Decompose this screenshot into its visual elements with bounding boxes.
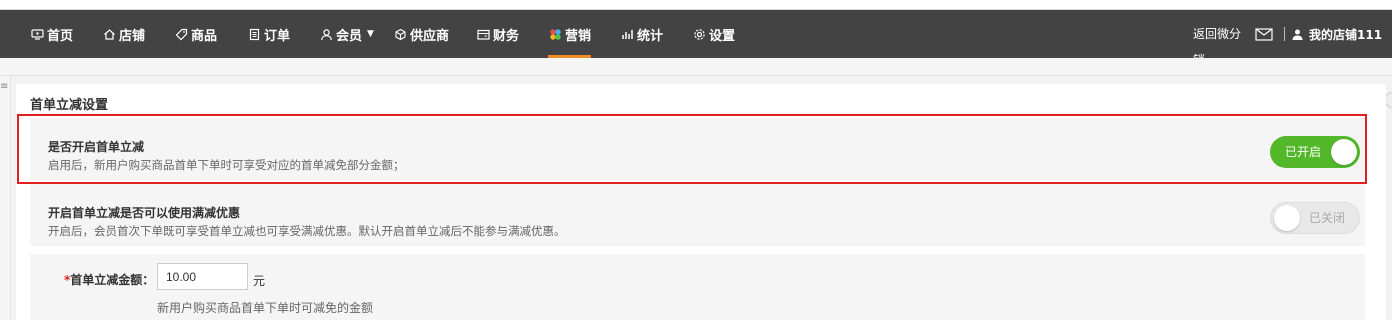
amount-label: *首单立减金额： bbox=[64, 273, 155, 287]
nav-label: 会员 bbox=[336, 28, 363, 44]
nav-item-suppliers[interactable]: 供应商 bbox=[393, 10, 449, 58]
browser-top-strip bbox=[0, 0, 1392, 10]
nav-item-settings[interactable]: 设置 bbox=[692, 10, 735, 58]
nav-label: 订单 bbox=[264, 28, 291, 44]
back-to-distribution-link[interactable]: 返回微分销 bbox=[1193, 10, 1245, 67]
scroll-handle[interactable] bbox=[1385, 92, 1392, 108]
house-icon bbox=[102, 27, 116, 41]
petals-icon bbox=[548, 27, 562, 41]
setting-title: 开启首单立减是否可以使用满减优惠 bbox=[48, 206, 241, 220]
nav-item-statistics[interactable]: 统计 bbox=[620, 10, 663, 58]
nav-item-home[interactable]: 首页 bbox=[30, 10, 73, 58]
setting-row-full-reduction: 开启首单立减是否可以使用满减优惠 开启后，会员首次下单既可享受首单立减也可享受满… bbox=[30, 184, 1365, 246]
user-icon bbox=[319, 27, 333, 41]
wallet-icon bbox=[476, 27, 490, 41]
amount-hint: 新用户购买商品首单下单时可减免的金额 bbox=[157, 301, 374, 315]
nav-item-shop[interactable]: 店铺 bbox=[102, 10, 145, 58]
setting-description: 启用后，新用户购买商品首单下单时可享受对应的首单减免部分金额； bbox=[48, 158, 405, 172]
tag-icon bbox=[174, 27, 188, 41]
my-shop-link[interactable]: 我的店铺111 bbox=[1292, 10, 1382, 58]
toggle-knob bbox=[1274, 205, 1300, 231]
amount-block: *首单立减金额： 元 新用户购买商品首单下单时可减免的金额 bbox=[30, 254, 1365, 320]
nav-item-finance[interactable]: 财务 bbox=[476, 10, 519, 58]
toggle-label: 已关闭 bbox=[1308, 211, 1345, 225]
left-rail bbox=[0, 76, 11, 320]
main-content: 首单立减设置 是否开启首单立减 启用后，新用户购买商品首单下单时可享受对应的首单… bbox=[16, 84, 1386, 320]
nav-label: 营销 bbox=[565, 28, 592, 44]
first-order-amount-input[interactable] bbox=[157, 263, 248, 290]
document-icon bbox=[247, 27, 261, 41]
sub-bar bbox=[0, 58, 1392, 76]
nav-label: 设置 bbox=[709, 28, 736, 44]
person-icon bbox=[1292, 29, 1303, 40]
amount-unit: 元 bbox=[253, 274, 266, 288]
home-screen-icon bbox=[30, 27, 44, 41]
top-navbar: 首页 店铺 商品 订单 会员 ▼ 供应商 财务 营销 统计 设置 返回微分销 bbox=[0, 10, 1392, 67]
menu-icon[interactable]: ≡ bbox=[0, 82, 8, 92]
chevron-down-icon[interactable]: ▼ bbox=[367, 29, 374, 39]
cube-icon bbox=[393, 27, 407, 41]
bar-chart-icon bbox=[620, 27, 634, 41]
nav-label: 商品 bbox=[191, 28, 218, 44]
nav-label: 供应商 bbox=[410, 28, 450, 44]
mail-icon[interactable] bbox=[1255, 10, 1273, 58]
nav-label: 店铺 bbox=[119, 28, 146, 44]
toggle-label: 已开启 bbox=[1285, 145, 1322, 159]
nav-label: 财务 bbox=[493, 28, 520, 44]
setting-title: 是否开启首单立减 bbox=[48, 140, 145, 154]
full-reduction-toggle[interactable]: 已关闭 bbox=[1270, 202, 1360, 234]
setting-description: 开启后，会员首次下单既可享受首单立减也可享受满减优惠。默认开启首单立减后不能参与… bbox=[48, 224, 566, 238]
nav-label: 统计 bbox=[637, 28, 664, 44]
first-order-discount-toggle[interactable]: 已开启 bbox=[1270, 136, 1360, 168]
toggle-knob bbox=[1331, 139, 1357, 165]
nav-item-orders[interactable]: 订单 bbox=[247, 10, 290, 58]
nav-item-members[interactable]: 会员 ▼ bbox=[319, 10, 374, 58]
nav-label: 首页 bbox=[47, 28, 74, 44]
setting-row-first-order-discount: 是否开启首单立减 启用后，新用户购买商品首单下单时可享受对应的首单减免部分金额；… bbox=[30, 118, 1365, 180]
gear-icon bbox=[692, 27, 706, 41]
nav-divider bbox=[1284, 27, 1285, 41]
nav-item-marketing[interactable]: 营销 bbox=[548, 10, 592, 58]
nav-item-products[interactable]: 商品 bbox=[174, 10, 217, 58]
section-title: 首单立减设置 bbox=[30, 98, 109, 113]
